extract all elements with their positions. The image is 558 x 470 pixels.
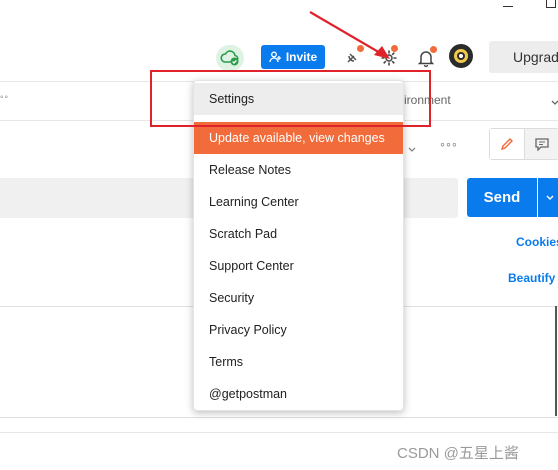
menu-item-label: Security [209,291,255,305]
watermark: CSDN @五星上酱 [397,445,519,462]
chevron-down-icon[interactable] [551,93,558,111]
menu-item-release-notes[interactable]: Release Notes [194,154,403,186]
menu-item-label: Learning Center [209,195,299,209]
menu-item-label: Update available, view changes [209,131,385,145]
send-button[interactable]: Send [467,178,537,217]
sync-cloud-icon[interactable] [216,45,244,71]
annotation-arrow-icon [309,11,390,59]
menu-item-label: @getpostman [209,387,288,401]
invite-user-icon [269,51,281,63]
menu-item-label: Scratch Pad [209,227,278,241]
menu-item-learning-center[interactable]: Learning Center [194,186,403,218]
send-options-dropdown[interactable] [538,178,558,217]
response-divider [0,432,558,433]
send-label: Send [483,189,521,206]
beautify-link[interactable]: Beautify [508,271,555,285]
tab-overflow-dots[interactable]: ◦◦ [0,92,9,103]
view-toggle-group [489,128,558,160]
menu-item-getpostman[interactable]: @getpostman [194,378,403,410]
bell-notification-dot [430,46,437,53]
chevron-down-icon [546,195,554,200]
comment-icon[interactable] [525,129,558,159]
menu-item-privacy-policy[interactable]: Privacy Policy [194,314,403,346]
more-options-icon[interactable]: ◦◦◦ [440,136,458,152]
avatar[interactable] [449,44,473,68]
menu-item-label: Support Center [209,259,294,273]
menu-item-security[interactable]: Security [194,282,403,314]
upgrade-button[interactable]: Upgrad [489,41,558,73]
menu-item-label: Privacy Policy [209,323,287,337]
settings-dropdown-menu: Settings Update available, view changes … [193,80,404,411]
menu-item-scratch-pad[interactable]: Scratch Pad [194,218,403,250]
menu-item-terms[interactable]: Terms [194,346,403,378]
pencil-icon[interactable] [490,129,525,159]
window-maximize-icon[interactable] [546,0,556,8]
scrollbar[interactable] [555,306,557,416]
window-minimize-icon[interactable] [503,6,513,7]
chevron-down-icon[interactable] [408,140,416,158]
menu-item-label: Release Notes [209,163,291,177]
upgrade-label: Upgrad [513,49,558,65]
cookies-link[interactable]: Cookies [516,235,558,249]
menu-item-label: Terms [209,355,244,369]
annotation-highlight-box [150,70,431,127]
menu-item-support-center[interactable]: Support Center [194,250,403,282]
